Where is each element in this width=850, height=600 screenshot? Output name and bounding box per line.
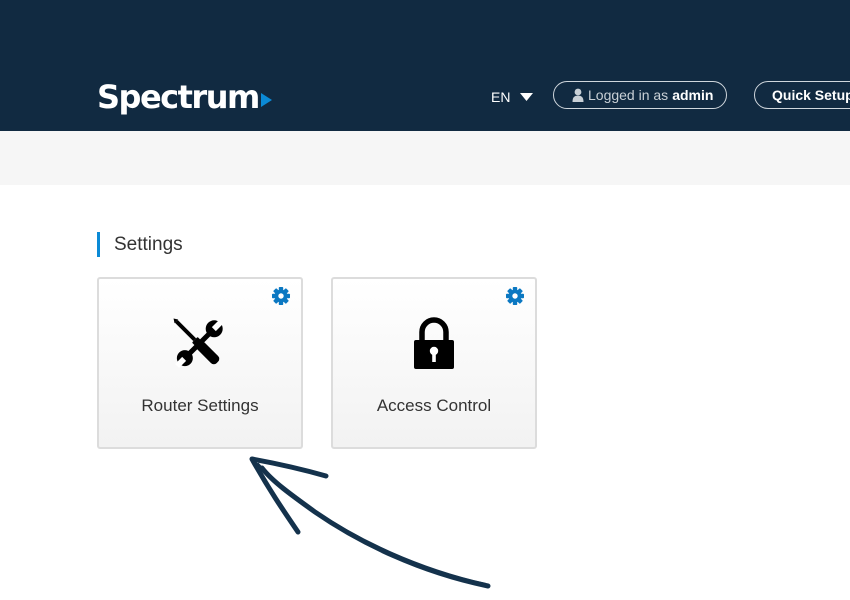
- section-title: Settings: [97, 232, 183, 257]
- tools-icon: [173, 318, 223, 368]
- quick-setup-button[interactable]: Quick Setup: [754, 81, 850, 109]
- lock-icon: [414, 317, 454, 369]
- caret-down-icon: [520, 93, 534, 101]
- logo-arrow-icon: [260, 93, 272, 107]
- spectrum-logo[interactable]: Spectrum: [97, 79, 273, 115]
- language-label: EN: [491, 89, 511, 105]
- user-icon: [572, 88, 584, 102]
- access-control-label: Access Control: [376, 396, 492, 415]
- gear-icon[interactable]: [505, 286, 525, 306]
- gear-icon[interactable]: [271, 286, 291, 306]
- logged-in-user-button[interactable]: Logged in as admin: [553, 81, 727, 109]
- logo-text: Spectrum: [97, 78, 260, 116]
- router-settings-label: Router Settings: [141, 396, 259, 415]
- access-control-tile[interactable]: Access Control: [331, 277, 537, 449]
- router-settings-tile[interactable]: Router Settings: [97, 277, 303, 449]
- sub-navbar: [0, 131, 850, 185]
- language-selector[interactable]: EN: [491, 88, 534, 106]
- logged-in-label: Logged in as: [588, 87, 669, 103]
- username: admin: [672, 87, 714, 103]
- top-navbar: Spectrum EN Logged in as admin Quick Set…: [0, 0, 850, 131]
